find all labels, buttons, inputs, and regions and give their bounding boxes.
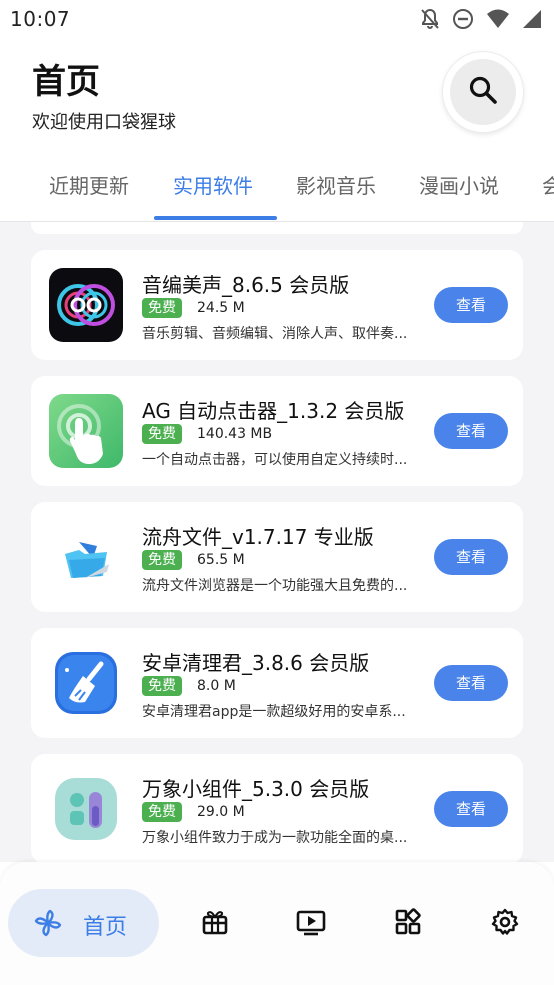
app-card[interactable]: 万象小组件_5.3.0 会员版 免费 29.0 M 万象小组件致力于成为一款功能… (31, 754, 523, 862)
nav-home[interactable]: 首页 (8, 889, 159, 957)
previous-card-edge (31, 222, 523, 234)
apps-grid-icon (394, 908, 422, 940)
app-description: 音乐剪辑、音频编辑、消除人声、取伴奏... (142, 326, 408, 342)
app-card[interactable]: 音编美声_8.6.5 会员版 免费 24.5 M 音乐剪辑、音频编辑、消除人声、… (31, 250, 523, 360)
free-badge: 免费 (142, 424, 182, 444)
bottom-navigation: 首页 (0, 862, 554, 985)
app-card[interactable]: 流舟文件_v1.7.17 专业版 免费 65.5 M 流舟文件浏览器是一个功能强… (31, 502, 523, 612)
app-size: 8.0 M (197, 678, 236, 694)
free-badge: 免费 (142, 298, 182, 318)
tab-utility-software[interactable]: 实用软件 (173, 170, 253, 199)
app-name: 安卓清理君_3.8.6 会员版 (142, 651, 370, 675)
tab-comics-novels[interactable]: 漫画小说 (419, 170, 499, 199)
status-bar: 10:07 (0, 0, 554, 38)
app-size: 24.5 M (197, 300, 245, 316)
nav-gift[interactable] (200, 909, 230, 939)
file-manager-icon (49, 520, 123, 594)
settings-gear-icon (491, 908, 519, 940)
app-card[interactable]: 安卓清理君_3.8.6 会员版 免费 8.0 M 安卓清理君app是一款超级好用… (31, 628, 523, 738)
app-description: 万象小组件致力于成为一款功能全面的桌... (142, 830, 408, 846)
nav-settings[interactable] (490, 908, 520, 940)
app-size: 65.5 M (197, 552, 245, 568)
app-list[interactable]: 音编美声_8.6.5 会员版 免费 24.5 M 音乐剪辑、音频编辑、消除人声、… (0, 222, 554, 862)
app-name: AG 自动点击器_1.3.2 会员版 (142, 399, 405, 423)
app-description: 流舟文件浏览器是一个功能强大且免费的... (142, 578, 408, 594)
tab-recent-updates[interactable]: 近期更新 (49, 170, 129, 199)
app-description: 一个自动点击器，可以使用自定义持续时... (142, 452, 408, 468)
tab-partial-next[interactable]: 会 (542, 170, 554, 199)
status-icons (420, 8, 542, 30)
free-badge: 免费 (142, 802, 182, 822)
page-subtitle: 欢迎使用口袋猩球 (32, 112, 176, 133)
app-description: 安卓清理君app是一款超级好用的安卓系... (142, 704, 406, 720)
category-tabs: 近期更新 实用软件 影视音乐 漫画小说 会 (0, 150, 554, 222)
tab-film-music[interactable]: 影视音乐 (296, 170, 376, 199)
app-name: 音编美声_8.6.5 会员版 (142, 273, 350, 297)
video-play-icon (296, 908, 326, 940)
search-button[interactable] (443, 52, 523, 132)
home-pinwheel-icon (33, 908, 63, 942)
view-button[interactable]: 查看 (434, 539, 508, 575)
view-button[interactable]: 查看 (434, 287, 508, 323)
status-time: 10:07 (10, 7, 71, 31)
active-tab-indicator (154, 216, 277, 220)
search-button-surface[interactable] (450, 59, 516, 125)
wifi-icon (486, 8, 510, 30)
auto-clicker-icon (49, 394, 123, 468)
view-button[interactable]: 查看 (434, 665, 508, 701)
nav-apps[interactable] (393, 908, 423, 940)
audio-editor-icon (49, 268, 123, 342)
app-name: 万象小组件_5.3.0 会员版 (142, 777, 370, 801)
app-card[interactable]: AG 自动点击器_1.3.2 会员版 免费 140.43 MB 一个自动点击器，… (31, 376, 523, 486)
nav-home-label: 首页 (83, 915, 128, 940)
do-not-disturb-icon (452, 8, 474, 30)
widgets-icon (49, 772, 123, 846)
app-name: 流舟文件_v1.7.17 专业版 (142, 525, 374, 549)
search-icon (468, 75, 498, 109)
free-badge: 免费 (142, 676, 182, 696)
cellular-signal-icon (522, 8, 542, 30)
gift-box-icon (201, 908, 229, 940)
page-title: 首页 (32, 62, 100, 102)
cleaner-broom-icon (49, 646, 123, 720)
free-badge: 免费 (142, 550, 182, 570)
notifications-off-icon (420, 8, 440, 30)
app-size: 29.0 M (197, 804, 245, 820)
view-button[interactable]: 查看 (434, 413, 508, 449)
app-size: 140.43 MB (197, 426, 273, 442)
nav-video[interactable] (296, 909, 326, 939)
view-button[interactable]: 查看 (434, 791, 508, 827)
